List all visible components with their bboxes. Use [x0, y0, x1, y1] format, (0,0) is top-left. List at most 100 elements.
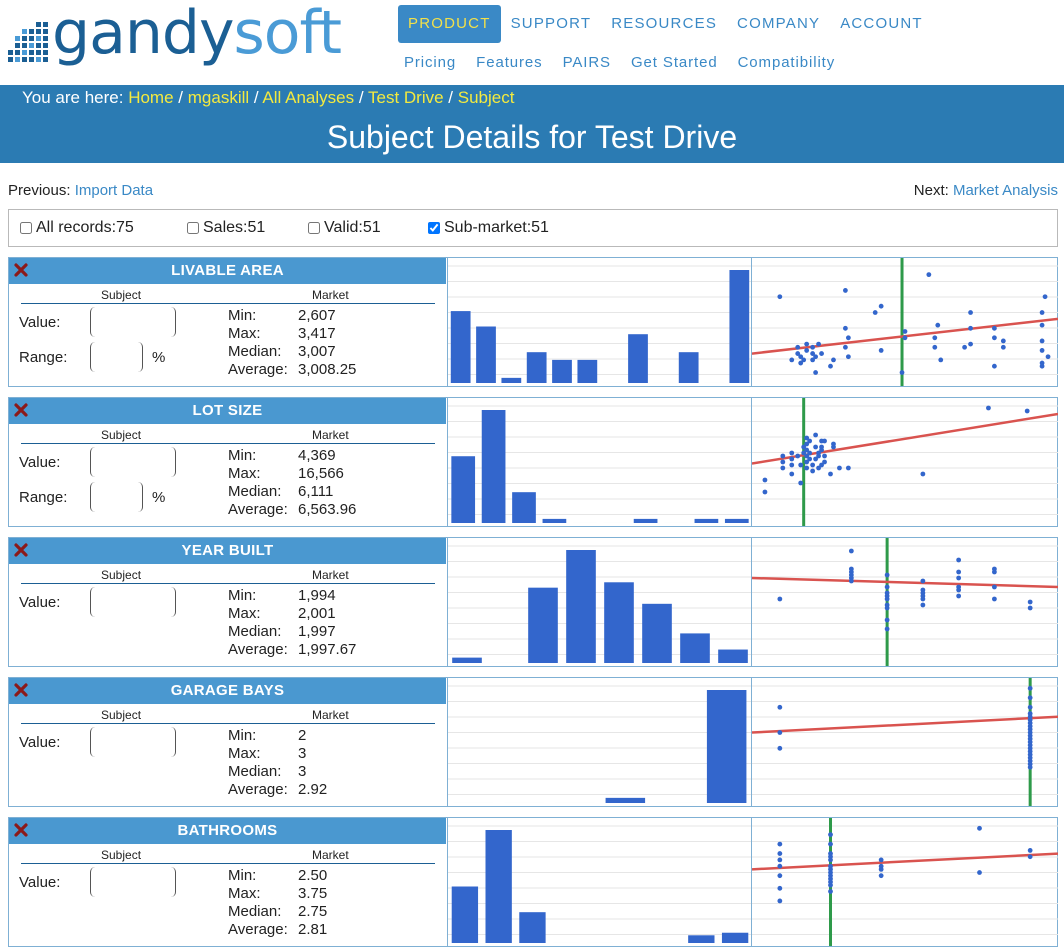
filter-sub-market[interactable]: Sub-market:51	[428, 219, 549, 237]
main-nav: PRODUCT SUPPORT RESOURCES COMPANY ACCOUN…	[398, 5, 933, 43]
scatter-point	[777, 294, 783, 300]
histogram-bar	[628, 334, 648, 383]
scatter-point	[986, 405, 991, 411]
remove-icon[interactable]	[13, 682, 29, 698]
stat-min-label: Min:	[228, 587, 257, 604]
filter-sales-checkbox[interactable]	[187, 222, 199, 234]
stat-max-label: Max:	[228, 745, 261, 762]
scatter-point	[819, 351, 824, 356]
nav-support[interactable]: SUPPORT	[501, 5, 602, 43]
scatter-point	[920, 596, 926, 602]
scatter-point	[845, 465, 851, 471]
scatter-point	[789, 462, 795, 468]
scatter-point	[801, 357, 807, 363]
scatter-svg	[752, 678, 1058, 806]
header-divider	[21, 303, 435, 304]
nav-resources[interactable]: RESOURCES	[601, 5, 727, 43]
scatter-plot	[751, 678, 1058, 806]
header-divider	[21, 723, 435, 724]
breadcrumb-user[interactable]: mgaskill	[188, 88, 249, 107]
scatter-point	[932, 335, 938, 341]
stat-average-value: 2.92	[298, 781, 328, 798]
stat-max-value: 3,417	[298, 325, 336, 342]
scatter-point	[780, 459, 786, 465]
next-label: Next:	[913, 182, 949, 199]
breadcrumb-all-analyses[interactable]: All Analyses	[262, 88, 354, 107]
next-link[interactable]: Market Analysis	[953, 182, 1058, 199]
value-input[interactable]	[90, 727, 176, 757]
panel-garage-bays: GARAGE BAYS Subject Market Value: Min: 2 Max: 3…	[8, 677, 1058, 807]
subnav-pairs[interactable]: PAIRS	[553, 53, 621, 73]
scatter-point	[822, 453, 827, 459]
market-column-header: Market	[312, 288, 349, 302]
stat-max-value: 2,001	[298, 605, 336, 622]
scatter-point	[878, 866, 884, 872]
nav-account[interactable]: ACCOUNT	[830, 5, 933, 43]
scatter-plot	[751, 258, 1058, 386]
range-input[interactable]	[90, 482, 143, 512]
scatter-svg	[752, 538, 1058, 666]
subnav-pricing[interactable]: Pricing	[394, 53, 466, 73]
record-filters: All records:75 Sales:51 Valid:51 Sub-mar…	[8, 209, 1058, 247]
scatter-point	[777, 841, 783, 847]
histogram-chart	[447, 398, 752, 526]
breadcrumb-subject[interactable]: Subject	[458, 88, 515, 107]
value-input[interactable]	[90, 587, 176, 617]
value-input[interactable]	[90, 447, 176, 477]
panel-title: GARAGE BAYS	[9, 678, 446, 704]
nav-product[interactable]: PRODUCT	[398, 5, 501, 43]
filter-sales[interactable]: Sales:51	[187, 219, 265, 237]
remove-icon[interactable]	[13, 822, 29, 838]
histogram-bar	[526, 352, 547, 383]
subnav-get-started[interactable]: Get Started	[621, 53, 728, 73]
scatter-point	[789, 456, 795, 462]
scatter-point	[807, 438, 813, 444]
stat-max-label: Max:	[228, 885, 261, 902]
stat-average-label: Average:	[228, 921, 288, 938]
pixel-grid-logo-mark	[8, 22, 48, 62]
remove-icon[interactable]	[13, 402, 29, 418]
remove-icon[interactable]	[13, 262, 29, 278]
value-input[interactable]	[90, 867, 176, 897]
page-title: Subject Details for Test Drive	[326, 119, 738, 155]
histogram-svg	[448, 405, 752, 523]
scatter-point	[828, 857, 833, 863]
filter-valid-checkbox[interactable]	[308, 222, 320, 234]
range-input[interactable]	[90, 342, 143, 372]
scatter-point	[843, 344, 848, 350]
value-label: Value:	[19, 874, 61, 891]
scatter-point	[1027, 605, 1033, 611]
scatter-svg	[752, 398, 1058, 526]
remove-icon[interactable]	[13, 542, 29, 558]
breadcrumb-test-drive[interactable]: Test Drive	[368, 88, 444, 107]
value-input[interactable]	[90, 307, 176, 337]
nav-company[interactable]: COMPANY	[727, 5, 830, 43]
breadcrumb-home[interactable]: Home	[128, 88, 173, 107]
info-section: YEAR BUILT Subject Market Value: Min: 1,994 Ma…	[9, 538, 446, 666]
filter-all-records[interactable]: All records:75	[20, 219, 134, 237]
subnav-compatibility[interactable]: Compatibility	[728, 53, 846, 73]
histogram-bar	[512, 492, 536, 523]
histogram-bar	[680, 633, 710, 663]
scatter-point	[1027, 685, 1033, 691]
stat-median-value: 1,997	[298, 623, 336, 640]
percent-sign: %	[152, 349, 166, 366]
scatter-point	[872, 310, 878, 315]
subnav-features[interactable]: Features	[466, 53, 552, 73]
subject-column-header: Subject	[101, 708, 142, 722]
scatter-point	[884, 596, 890, 602]
filter-sub-market-checkbox[interactable]	[428, 222, 440, 234]
filter-valid[interactable]: Valid:51	[308, 219, 381, 237]
market-column-header: Market	[312, 428, 349, 442]
scatter-point	[878, 873, 884, 879]
histogram-bar	[633, 518, 658, 523]
histogram-bar	[566, 550, 596, 663]
stat-median-value: 3	[298, 763, 307, 780]
gandysoft-logo[interactable]: gandysoft	[8, 2, 378, 68]
filter-all-records-checkbox[interactable]	[20, 222, 32, 234]
scatter-svg	[752, 258, 1058, 386]
previous-link[interactable]: Import Data	[75, 182, 153, 199]
scatter-plot	[751, 398, 1058, 526]
histogram-bar	[481, 410, 506, 523]
scatter-point	[810, 468, 816, 474]
